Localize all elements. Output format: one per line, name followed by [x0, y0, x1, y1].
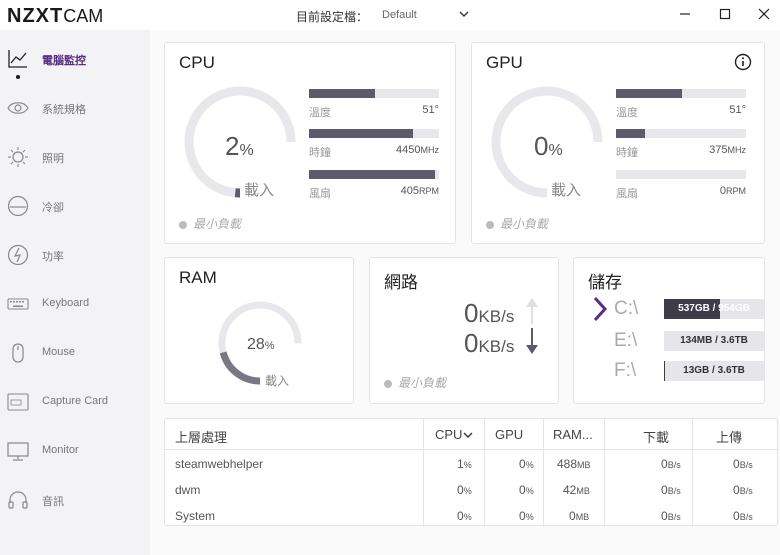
drive-row-f[interactable]: F:\ 13GB / 3.6TB — [588, 360, 764, 382]
drive-usage-bar: 537GB / 954GB — [664, 299, 764, 319]
column-header-download[interactable]: 下載 — [643, 427, 669, 446]
column-header-process[interactable]: 上層處理 — [175, 427, 227, 446]
upload-download-arrows-icon — [526, 298, 538, 354]
main-panel: CPU 2% 載入 溫度 51° 時鐘 4450MHz 風扇 405RPM 最小… — [150, 30, 780, 555]
network-min-load: 最小負載 — [384, 374, 446, 391]
ram-card[interactable]: RAM 28% 載入 — [164, 257, 354, 404]
cooling-icon — [7, 195, 29, 217]
minimize-icon[interactable] — [677, 6, 693, 22]
sidebar-item-monitor[interactable]: Monitor — [0, 430, 150, 470]
sidebar-item-monitoring[interactable]: 電腦監控 — [0, 38, 150, 79]
monitoring-chart-icon — [8, 50, 27, 68]
keyboard-icon — [7, 298, 29, 310]
capture-card-icon — [7, 393, 29, 411]
sidebar-item-power[interactable]: 功率 — [0, 234, 150, 274]
column-header-upload[interactable]: 上傳 — [716, 427, 742, 446]
ram-load-label: 載入 — [265, 374, 290, 388]
sidebar-item-system-specs[interactable]: 系統規格 — [0, 87, 150, 127]
close-icon[interactable] — [756, 6, 772, 22]
gpu-title: GPU — [486, 53, 523, 72]
cpu-card[interactable]: CPU 2% 載入 溫度 51° 時鐘 4450MHz 風扇 405RPM 最小… — [164, 42, 456, 244]
sun-icon — [8, 147, 28, 167]
cpu-load-value: 2% — [225, 131, 254, 161]
sidebar-item-mouse[interactable]: Mouse — [0, 332, 150, 372]
drive-usage-bar: 134MB / 3.6TB — [664, 331, 764, 351]
drive-usage-bar: 13GB / 3.6TB — [664, 361, 764, 381]
gpu-load-label: 載入 — [551, 182, 582, 199]
headset-icon — [8, 491, 28, 509]
mouse-icon — [12, 343, 24, 363]
chevron-down-icon[interactable] — [458, 8, 470, 20]
ram-title: RAM — [179, 268, 217, 287]
sidebar-item-lighting[interactable]: 照明 — [0, 136, 150, 176]
active-indicator — [16, 75, 20, 79]
preset-dropdown[interactable]: Default — [382, 9, 417, 21]
sort-chevron-down-icon[interactable] — [463, 430, 473, 440]
network-card[interactable]: 網路 0KB/s 0KB/s 最小負載 — [369, 257, 559, 404]
gpu-card[interactable]: GPU 0% 載入 溫度 51° 時鐘 375MHz 風扇 0RPM 最小負載 — [471, 42, 765, 244]
cpu-min-load: 最小負載 — [179, 215, 241, 232]
ram-load-value: 28% — [247, 336, 275, 353]
sidebar-item-keyboard[interactable]: Keyboard — [0, 283, 150, 323]
cpu-load-label: 載入 — [244, 182, 275, 199]
preset-label: 目前設定檔： — [296, 10, 369, 24]
power-bolt-icon — [7, 244, 29, 266]
info-icon[interactable] — [734, 53, 752, 71]
column-header-gpu[interactable]: GPU — [495, 427, 523, 442]
gpu-min-load: 最小負載 — [486, 215, 548, 232]
network-title: 網路 — [384, 273, 418, 292]
column-header-ram[interactable]: RAM... — [553, 427, 593, 442]
drive-row-e[interactable]: E:\ 134MB / 3.6TB — [588, 330, 764, 352]
network-download-value: 0KB/s — [464, 328, 515, 358]
eye-icon — [7, 102, 29, 114]
drive-row-c[interactable]: C:\ 537GB / 954GB — [588, 298, 764, 320]
storage-card[interactable]: 儲存 C:\ 537GB / 954GB E:\ 134MB / 3.6TB F… — [573, 257, 765, 404]
sidebar: 電腦監控 系統規格 照明 冷卻 功率 Keyboard Mouse Captur… — [0, 30, 150, 555]
sidebar-item-capture-card[interactable]: Capture Card — [0, 381, 150, 421]
process-table: 上層處理 CPU GPU RAM... 下載 上傳 steamwebhelper… — [164, 418, 779, 527]
sidebar-item-audio[interactable]: 音訊 — [0, 479, 150, 519]
cpu-title: CPU — [179, 53, 215, 72]
network-upload-value: 0KB/s — [464, 298, 515, 328]
maximize-icon[interactable] — [717, 6, 733, 22]
app-logo: NZXTCAM — [7, 5, 104, 27]
monitor-icon — [7, 442, 29, 461]
column-header-cpu[interactable]: CPU — [435, 427, 462, 442]
sidebar-item-cooling[interactable]: 冷卻 — [0, 185, 150, 225]
title-bar: NZXTCAM 目前設定檔： Default — [0, 0, 780, 30]
gpu-load-value: 0% — [534, 131, 563, 161]
storage-title: 儲存 — [588, 273, 622, 292]
